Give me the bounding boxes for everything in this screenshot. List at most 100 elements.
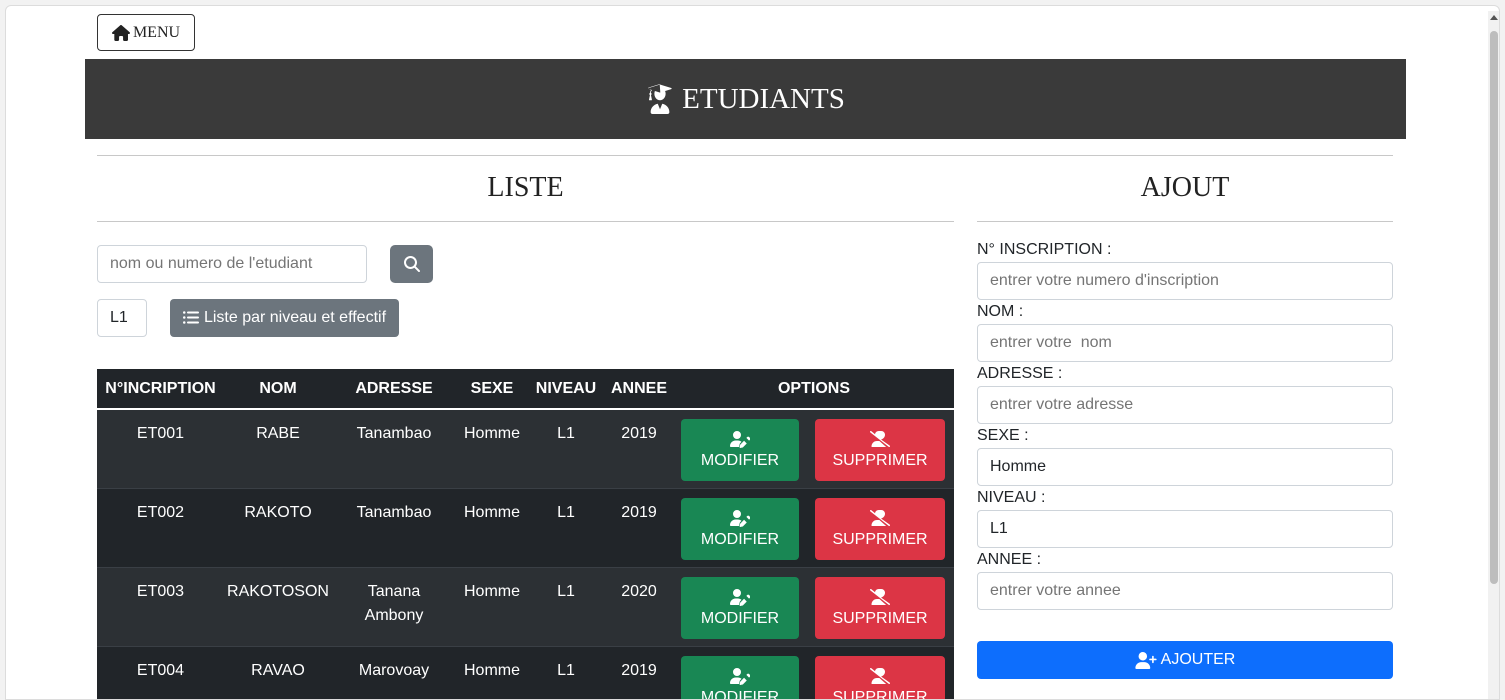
sexe-label: SEXE : — [977, 427, 1029, 444]
liste-title: LISTE — [487, 172, 564, 203]
column-header: ADRESSE — [355, 379, 433, 397]
cell-annee: 2020 — [621, 583, 657, 600]
cell-adresse: Marovoay — [358, 662, 430, 679]
graduate-user-icon — [648, 84, 672, 114]
table-row: ET001 RABE Tanambao Homme L1 2019 MODIFI… — [97, 410, 954, 489]
cell-num: ET003 — [136, 583, 185, 600]
nom-label: NOM : — [977, 303, 1024, 320]
column-header: OPTIONS — [777, 379, 850, 397]
nom-input[interactable] — [977, 324, 1393, 362]
cell-niveau: L1 — [557, 662, 575, 679]
cell-adresse: Tanambao — [356, 504, 432, 521]
table-row: ET003 RAKOTOSON Tanana Ambony Homme L1 2… — [97, 568, 954, 647]
divider — [97, 221, 954, 222]
sexe-input[interactable]: Homme — [977, 448, 1393, 486]
sexe-value: Homme — [990, 458, 1047, 475]
column-header: SEXE — [470, 379, 514, 397]
niveau-value: L1 — [990, 520, 1008, 537]
modify-label: MODIFIER — [700, 452, 780, 469]
modify-button[interactable]: MODIFIER — [681, 498, 799, 560]
column-header: NIVEAU — [535, 379, 597, 397]
search-input[interactable] — [97, 245, 367, 283]
search-button[interactable] — [390, 245, 433, 283]
user-slash-icon — [870, 431, 890, 447]
students-table: N°INCRIPTION NOM ADRESSE SEXE NIVEAU ANN… — [97, 369, 954, 700]
niveau-input[interactable]: L1 — [977, 510, 1393, 548]
delete-label: SUPPRIMER — [832, 610, 928, 627]
modify-label: MODIFIER — [700, 531, 780, 548]
modify-label: MODIFIER — [700, 689, 780, 700]
cell-nom: RAVAO — [251, 662, 305, 679]
ajout-title: AJOUT — [1140, 172, 1230, 203]
user-pen-icon — [730, 589, 750, 606]
level-input[interactable]: L1 — [97, 299, 147, 337]
delete-button[interactable]: SUPPRIMER — [815, 419, 945, 481]
cell-niveau: L1 — [557, 504, 575, 521]
cell-adresse: Tanana Ambony — [364, 583, 424, 624]
delete-label: SUPPRIMER — [832, 531, 928, 548]
user-pen-icon — [730, 431, 750, 448]
cell-sexe: Homme — [463, 662, 520, 679]
cell-nom: RAKOTOSON — [227, 583, 329, 600]
scroll-thumb[interactable] — [1490, 31, 1498, 584]
cell-num: ET001 — [136, 425, 185, 442]
inscription-input[interactable] — [977, 262, 1393, 300]
level-value: L1 — [110, 309, 128, 326]
cell-sexe: Homme — [463, 583, 520, 600]
cell-sexe: Homme — [463, 504, 520, 521]
list-icon — [182, 311, 199, 324]
adresse-label: ADRESSE : — [977, 365, 1063, 382]
home-icon — [111, 24, 130, 41]
divider — [977, 221, 1393, 222]
cell-annee: 2019 — [621, 425, 657, 442]
add-label: AJOUTER — [1160, 651, 1236, 668]
user-plus-icon — [1135, 651, 1157, 669]
cell-annee: 2019 — [621, 662, 657, 679]
table-row: ET004 RAVAO Marovoay Homme L1 2019 MODIF… — [97, 647, 954, 700]
modify-button[interactable]: MODIFIER — [681, 577, 799, 639]
cell-niveau: L1 — [557, 425, 575, 442]
delete-label: SUPPRIMER — [832, 452, 928, 469]
delete-button[interactable]: SUPPRIMER — [815, 498, 945, 560]
page: MENU ETUDIANTS LISTE L1 Liste par niveau… — [5, 5, 1500, 700]
divider — [97, 155, 1393, 156]
user-pen-icon — [730, 668, 750, 685]
cell-niveau: L1 — [557, 583, 575, 600]
column-header: NOM — [259, 379, 297, 397]
scroll-up-arrow-icon[interactable] — [1490, 15, 1498, 20]
cell-nom: RABE — [256, 425, 300, 442]
delete-label: SUPPRIMER — [832, 689, 928, 700]
niveau-label: NIVEAU : — [977, 489, 1046, 506]
column-header: ANNEE — [610, 379, 667, 397]
modify-label: MODIFIER — [700, 610, 780, 627]
user-slash-icon — [870, 589, 890, 605]
delete-button[interactable]: SUPPRIMER — [815, 656, 945, 700]
user-slash-icon — [870, 510, 890, 526]
column-header: N°INCRIPTION — [105, 379, 216, 397]
vertical-scrollbar[interactable] — [1488, 11, 1499, 699]
cell-num: ET002 — [136, 504, 185, 521]
cell-sexe: Homme — [463, 425, 520, 442]
cell-annee: 2019 — [621, 504, 657, 521]
cell-adresse: Tanambao — [356, 425, 432, 442]
cell-num: ET004 — [136, 662, 185, 679]
adresse-input[interactable] — [977, 386, 1393, 424]
modify-button[interactable]: MODIFIER — [681, 656, 799, 700]
menu-button[interactable]: MENU — [97, 14, 195, 51]
modify-button[interactable]: MODIFIER — [681, 419, 799, 481]
inscription-label: N° INSCRIPTION : — [977, 241, 1112, 258]
page-banner: ETUDIANTS — [85, 59, 1406, 139]
cell-nom: RAKOTO — [244, 504, 312, 521]
menu-label: MENU — [132, 23, 181, 41]
delete-button[interactable]: SUPPRIMER — [815, 577, 945, 639]
table-header: N°INCRIPTION NOM ADRESSE SEXE NIVEAU ANN… — [97, 369, 954, 410]
list-by-level-button[interactable]: Liste par niveau et effectif — [170, 299, 399, 337]
user-pen-icon — [730, 510, 750, 527]
search-icon — [403, 256, 420, 272]
add-button[interactable]: AJOUTER — [977, 641, 1393, 679]
list-button-label: Liste par niveau et effectif — [203, 309, 387, 326]
annee-input[interactable] — [977, 572, 1393, 610]
table-row: ET002 RAKOTO Tanambao Homme L1 2019 MODI… — [97, 489, 954, 568]
user-slash-icon — [870, 668, 890, 684]
page-title: ETUDIANTS — [682, 82, 845, 115]
